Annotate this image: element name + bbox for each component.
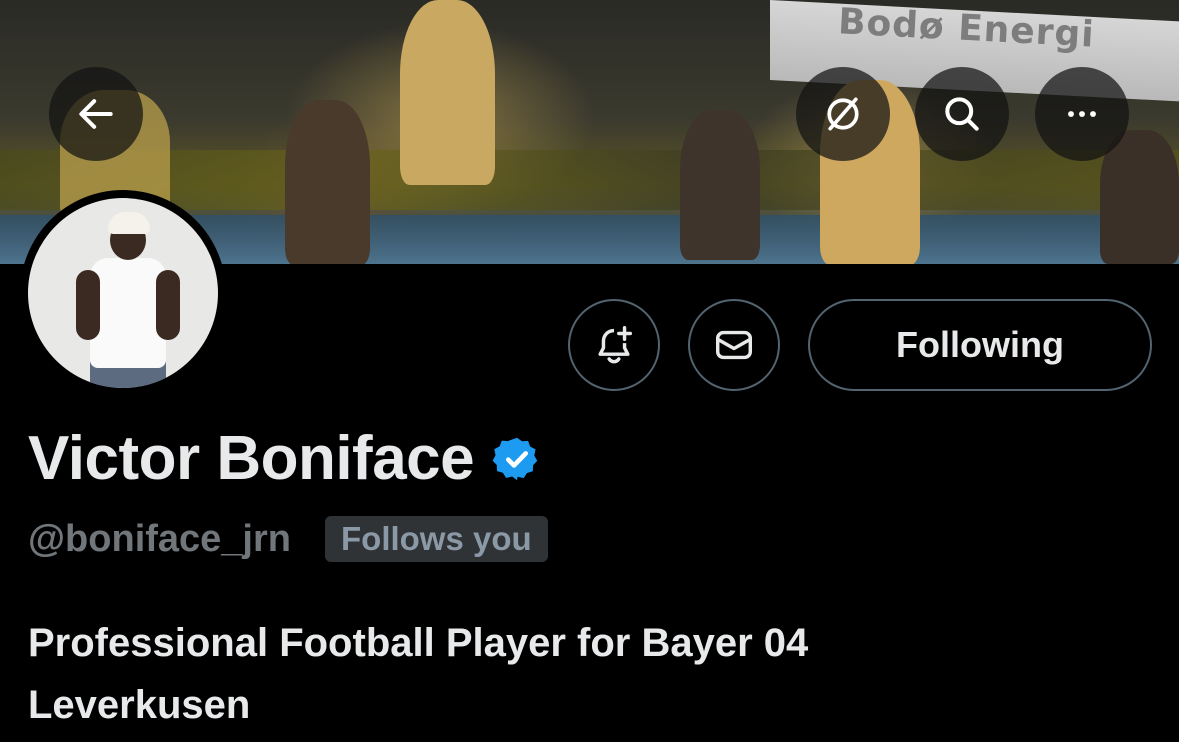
profile-name-row: Victor Boniface (28, 428, 542, 490)
banner-player (285, 100, 370, 264)
profile-handle-row: @boniface_jrn Follows you (28, 516, 548, 562)
envelope-icon (715, 330, 753, 360)
banner-crowd-stripe (0, 150, 1179, 210)
translate-button[interactable] (796, 67, 890, 161)
arrow-left-icon (79, 99, 113, 129)
profile-name: Victor Boniface (28, 424, 475, 493)
profile-handle: @boniface_jrn (28, 517, 291, 560)
more-button[interactable] (1035, 67, 1129, 161)
message-button[interactable] (688, 299, 780, 391)
translate-slash-icon (827, 97, 859, 131)
banner-player (680, 110, 760, 260)
bell-plus-icon (598, 326, 633, 364)
search-icon (945, 97, 979, 131)
back-button[interactable] (49, 67, 143, 161)
ellipsis-icon (1068, 111, 1096, 117)
following-button[interactable]: Following (808, 299, 1152, 391)
profile-bio: Professional Football Player for Bayer 0… (28, 621, 809, 727)
banner-player (400, 0, 495, 185)
notifications-button[interactable] (568, 299, 660, 391)
avatar-image (28, 198, 218, 388)
follows-you-badge: Follows you (325, 516, 548, 562)
verified-badge-icon[interactable] (492, 434, 542, 484)
search-button[interactable] (915, 67, 1009, 161)
avatar[interactable] (20, 190, 226, 396)
